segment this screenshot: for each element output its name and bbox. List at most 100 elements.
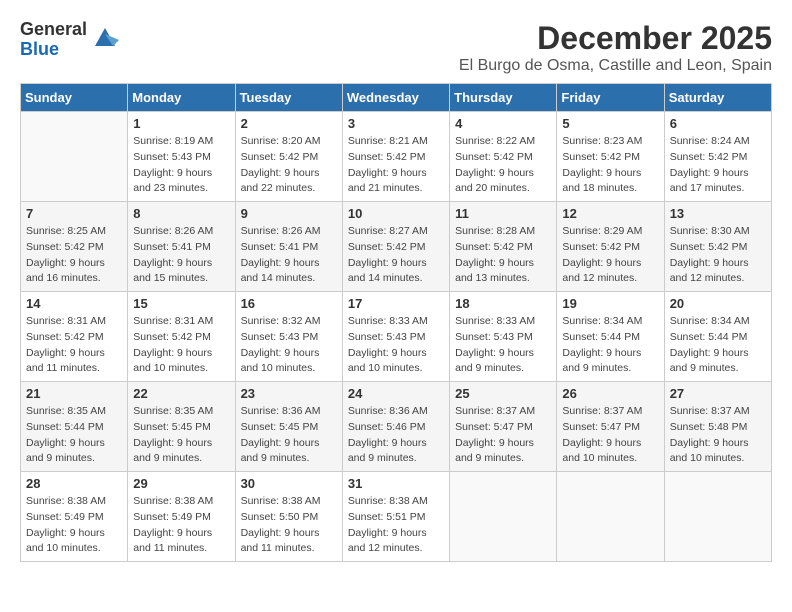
day-number: 30 xyxy=(241,476,337,491)
calendar-cell: 25 Sunrise: 8:37 AM Sunset: 5:47 PM Dayli… xyxy=(450,382,557,472)
calendar-cell: 3 Sunrise: 8:21 AM Sunset: 5:42 PM Daylig… xyxy=(342,112,449,202)
day-info: Sunrise: 8:34 AM Sunset: 5:44 PM Dayligh… xyxy=(670,314,766,377)
calendar-cell: 9Sunrise: 8:26 AM Sunset: 5:41 PM Daylig… xyxy=(235,202,342,292)
weekday-header-tuesday: Tuesday xyxy=(235,84,342,112)
day-number: 25 xyxy=(455,386,551,401)
calendar-week-row: 28 Sunrise: 8:38 AM Sunset: 5:49 PM Dayli… xyxy=(21,472,772,562)
day-number: 31 xyxy=(348,476,444,491)
calendar-cell: 16 Sunrise: 8:32 AM Sunset: 5:43 PM Dayli… xyxy=(235,292,342,382)
logo-general-text: General xyxy=(20,20,87,40)
day-number: 10 xyxy=(348,206,444,221)
day-info: Sunrise: 8:26 AM Sunset: 5:41 PM Dayligh… xyxy=(241,224,337,287)
day-info: Sunrise: 8:37 AM Sunset: 5:47 PM Dayligh… xyxy=(455,404,551,467)
weekday-header-saturday: Saturday xyxy=(664,84,771,112)
day-info: Sunrise: 8:36 AM Sunset: 5:46 PM Dayligh… xyxy=(348,404,444,467)
day-info: Sunrise: 8:21 AM Sunset: 5:42 PM Dayligh… xyxy=(348,134,444,197)
calendar-week-row: 1 Sunrise: 8:19 AM Sunset: 5:43 PM Daylig… xyxy=(21,112,772,202)
day-number: 11 xyxy=(455,206,551,221)
calendar-cell: 7 Sunrise: 8:25 AM Sunset: 5:42 PM Daylig… xyxy=(21,202,128,292)
day-number: 24 xyxy=(348,386,444,401)
calendar-cell: 19 Sunrise: 8:34 AM Sunset: 5:44 PM Dayli… xyxy=(557,292,664,382)
weekday-header-monday: Monday xyxy=(128,84,235,112)
day-info: Sunrise: 8:25 AM Sunset: 5:42 PM Dayligh… xyxy=(26,224,122,287)
day-number: 6 xyxy=(670,116,766,131)
day-info: Sunrise: 8:33 AM Sunset: 5:43 PM Dayligh… xyxy=(455,314,551,377)
day-number: 22 xyxy=(133,386,229,401)
header: General Blue December 2025 El Burgo de O… xyxy=(20,20,772,75)
calendar-cell xyxy=(21,112,128,202)
day-info: Sunrise: 8:24 AM Sunset: 5:42 PM Dayligh… xyxy=(670,134,766,197)
day-number: 13 xyxy=(670,206,766,221)
day-number: 29 xyxy=(133,476,229,491)
day-number: 18 xyxy=(455,296,551,311)
month-title: December 2025 xyxy=(459,20,772,57)
day-info: Sunrise: 8:38 AM Sunset: 5:49 PM Dayligh… xyxy=(133,494,229,557)
logo-icon xyxy=(91,24,119,52)
day-info: Sunrise: 8:35 AM Sunset: 5:44 PM Dayligh… xyxy=(26,404,122,467)
calendar-week-row: 21 Sunrise: 8:35 AM Sunset: 5:44 PM Dayli… xyxy=(21,382,772,472)
logo: General Blue xyxy=(20,20,119,60)
weekday-header-friday: Friday xyxy=(557,84,664,112)
day-number: 28 xyxy=(26,476,122,491)
day-info: Sunrise: 8:29 AM Sunset: 5:42 PM Dayligh… xyxy=(562,224,658,287)
day-info: Sunrise: 8:23 AM Sunset: 5:42 PM Dayligh… xyxy=(562,134,658,197)
calendar-cell: 27 Sunrise: 8:37 AM Sunset: 5:48 PM Dayli… xyxy=(664,382,771,472)
weekday-header-thursday: Thursday xyxy=(450,84,557,112)
calendar-cell: 21 Sunrise: 8:35 AM Sunset: 5:44 PM Dayli… xyxy=(21,382,128,472)
location-title: El Burgo de Osma, Castille and Leon, Spa… xyxy=(459,57,772,75)
day-info: Sunrise: 8:34 AM Sunset: 5:44 PM Dayligh… xyxy=(562,314,658,377)
day-info: Sunrise: 8:31 AM Sunset: 5:42 PM Dayligh… xyxy=(133,314,229,377)
calendar-cell: 4 Sunrise: 8:22 AM Sunset: 5:42 PM Daylig… xyxy=(450,112,557,202)
day-number: 1 xyxy=(133,116,229,131)
calendar-cell: 5 Sunrise: 8:23 AM Sunset: 5:42 PM Daylig… xyxy=(557,112,664,202)
day-number: 5 xyxy=(562,116,658,131)
calendar-cell: 22Sunrise: 8:35 AM Sunset: 5:45 PM Dayli… xyxy=(128,382,235,472)
day-info: Sunrise: 8:30 AM Sunset: 5:42 PM Dayligh… xyxy=(670,224,766,287)
day-number: 21 xyxy=(26,386,122,401)
logo-blue-text: Blue xyxy=(20,40,87,60)
day-number: 7 xyxy=(26,206,122,221)
day-info: Sunrise: 8:28 AM Sunset: 5:42 PM Dayligh… xyxy=(455,224,551,287)
calendar-week-row: 7 Sunrise: 8:25 AM Sunset: 5:42 PM Daylig… xyxy=(21,202,772,292)
day-number: 16 xyxy=(241,296,337,311)
weekday-header-sunday: Sunday xyxy=(21,84,128,112)
weekday-header-row: SundayMondayTuesdayWednesdayThursdayFrid… xyxy=(21,84,772,112)
day-info: Sunrise: 8:37 AM Sunset: 5:48 PM Dayligh… xyxy=(670,404,766,467)
calendar-cell xyxy=(557,472,664,562)
day-number: 19 xyxy=(562,296,658,311)
day-info: Sunrise: 8:20 AM Sunset: 5:42 PM Dayligh… xyxy=(241,134,337,197)
calendar-cell: 13 Sunrise: 8:30 AM Sunset: 5:42 PM Dayli… xyxy=(664,202,771,292)
calendar-cell: 20Sunrise: 8:34 AM Sunset: 5:44 PM Dayli… xyxy=(664,292,771,382)
day-number: 26 xyxy=(562,386,658,401)
day-number: 23 xyxy=(241,386,337,401)
day-number: 3 xyxy=(348,116,444,131)
day-number: 12 xyxy=(562,206,658,221)
day-info: Sunrise: 8:31 AM Sunset: 5:42 PM Dayligh… xyxy=(26,314,122,377)
calendar-cell: 23Sunrise: 8:36 AM Sunset: 5:45 PM Dayli… xyxy=(235,382,342,472)
day-info: Sunrise: 8:38 AM Sunset: 5:49 PM Dayligh… xyxy=(26,494,122,557)
day-info: Sunrise: 8:33 AM Sunset: 5:43 PM Dayligh… xyxy=(348,314,444,377)
day-info: Sunrise: 8:26 AM Sunset: 5:41 PM Dayligh… xyxy=(133,224,229,287)
day-info: Sunrise: 8:22 AM Sunset: 5:42 PM Dayligh… xyxy=(455,134,551,197)
calendar-cell: 31 Sunrise: 8:38 AM Sunset: 5:51 PM Dayli… xyxy=(342,472,449,562)
calendar-cell: 17Sunrise: 8:33 AM Sunset: 5:43 PM Dayli… xyxy=(342,292,449,382)
calendar-cell: 26Sunrise: 8:37 AM Sunset: 5:47 PM Dayli… xyxy=(557,382,664,472)
day-info: Sunrise: 8:19 AM Sunset: 5:43 PM Dayligh… xyxy=(133,134,229,197)
day-info: Sunrise: 8:38 AM Sunset: 5:51 PM Dayligh… xyxy=(348,494,444,557)
calendar-cell: 30Sunrise: 8:38 AM Sunset: 5:50 PM Dayli… xyxy=(235,472,342,562)
day-number: 27 xyxy=(670,386,766,401)
day-number: 15 xyxy=(133,296,229,311)
calendar-table: SundayMondayTuesdayWednesdayThursdayFrid… xyxy=(20,83,772,562)
calendar-cell: 8Sunrise: 8:26 AM Sunset: 5:41 PM Daylig… xyxy=(128,202,235,292)
calendar-cell xyxy=(664,472,771,562)
day-number: 14 xyxy=(26,296,122,311)
day-number: 4 xyxy=(455,116,551,131)
calendar-cell: 10Sunrise: 8:27 AM Sunset: 5:42 PM Dayli… xyxy=(342,202,449,292)
calendar-cell: 11 Sunrise: 8:28 AM Sunset: 5:42 PM Dayli… xyxy=(450,202,557,292)
day-info: Sunrise: 8:32 AM Sunset: 5:43 PM Dayligh… xyxy=(241,314,337,377)
weekday-header-wednesday: Wednesday xyxy=(342,84,449,112)
calendar-week-row: 14 Sunrise: 8:31 AM Sunset: 5:42 PM Dayli… xyxy=(21,292,772,382)
calendar-cell: 2Sunrise: 8:20 AM Sunset: 5:42 PM Daylig… xyxy=(235,112,342,202)
calendar-cell: 18 Sunrise: 8:33 AM Sunset: 5:43 PM Dayli… xyxy=(450,292,557,382)
calendar-cell: 1 Sunrise: 8:19 AM Sunset: 5:43 PM Daylig… xyxy=(128,112,235,202)
